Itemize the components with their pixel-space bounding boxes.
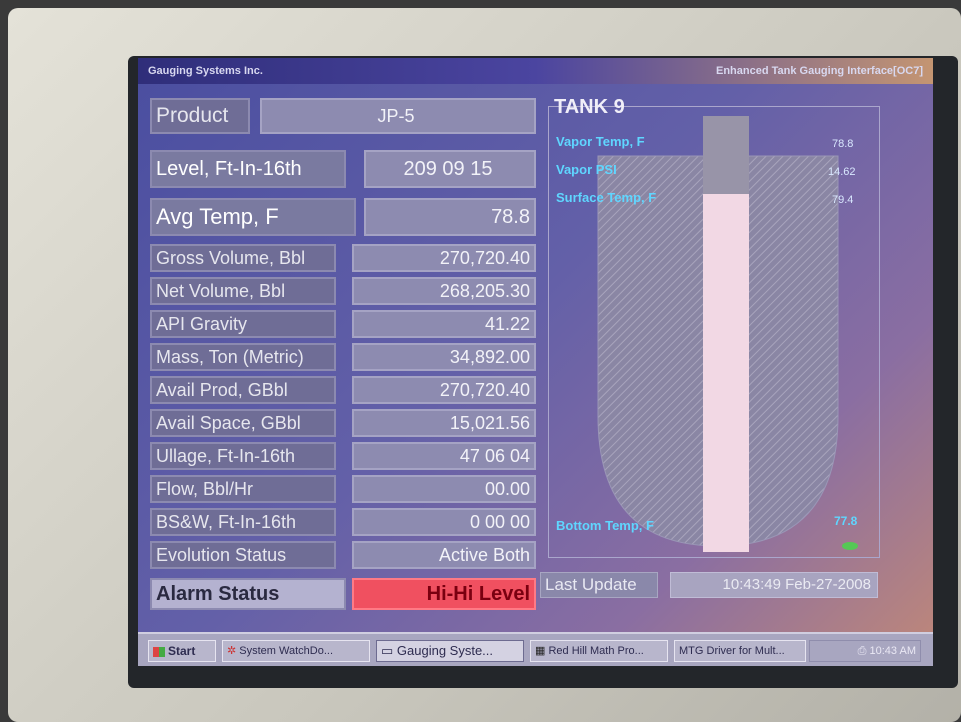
level-label: Level, Ft-In-16th: [150, 150, 346, 188]
gross-volume-label: Gross Volume, Bbl: [150, 244, 336, 272]
window-icon: ▭: [381, 643, 397, 658]
alarm-status-badge: Hi-Hi Level: [352, 578, 536, 610]
taskbar-item-gauging-systems[interactable]: ▭ Gauging Syste...: [376, 640, 524, 662]
printer-icon: ⎙: [857, 645, 870, 657]
surface-temp-value: 79.4: [832, 194, 854, 206]
evolution-status-label: Evolution Status: [150, 541, 336, 569]
title-bar: Gauging Systems Inc. Enhanced Tank Gaugi…: [138, 58, 933, 84]
vapor-psi-value: 14.62: [828, 166, 856, 178]
start-label: Start: [168, 644, 196, 658]
mass-value: 34,892.00: [352, 343, 536, 371]
bsw-value: 0 00 00: [352, 508, 536, 536]
avail-space-value: 15,021.56: [352, 409, 536, 437]
clock: 10:43 AM: [869, 645, 916, 657]
tank-liquid-column: [703, 194, 749, 552]
mass-label: Mass, Ton (Metric): [150, 343, 336, 371]
surface-temp-label: Surface Temp, F: [556, 190, 657, 205]
taskbar-item-label: Red Hill Math Pro...: [548, 645, 644, 657]
bottom-temp-label: Bottom Temp, F: [556, 518, 654, 533]
grid-icon: ▦: [535, 645, 549, 657]
gross-volume-value: 270,720.40: [352, 244, 536, 272]
product-label: Product: [150, 98, 250, 134]
watchdog-icon: ✲: [227, 645, 240, 657]
status-indicator-dot: [842, 542, 858, 550]
taskbar-item-label: System WatchDo...: [239, 645, 334, 657]
vapor-psi-label: Vapor PSI: [556, 162, 617, 177]
avg-temp-label: Avg Temp, F: [150, 198, 356, 236]
last-update-value: 10:43:49 Feb-27-2008: [670, 572, 878, 598]
taskbar-item-system-watchdog[interactable]: ✲ System WatchDo...: [222, 640, 370, 662]
bottom-temp-value: 77.8: [834, 514, 858, 528]
avail-prod-value: 270,720.40: [352, 376, 536, 404]
system-tray: ⎙ 10:43 AM: [809, 640, 921, 662]
taskbar-item-label: MTG Driver for Mult...: [679, 645, 785, 657]
avail-prod-label: Avail Prod, GBbl: [150, 376, 336, 404]
taskbar-item-label: Gauging Syste...: [396, 643, 494, 658]
net-volume-label: Net Volume, Bbl: [150, 277, 336, 305]
net-volume-value: 268,205.30: [352, 277, 536, 305]
taskbar-item-mtg-driver[interactable]: MTG Driver for Mult...: [674, 640, 806, 662]
product-value: JP-5: [260, 98, 536, 134]
api-gravity-value: 41.22: [352, 310, 536, 338]
start-button[interactable]: Start: [148, 640, 216, 662]
interface-title: Enhanced Tank Gauging Interface[OC7]: [716, 65, 923, 77]
vapor-temp-label: Vapor Temp, F: [556, 134, 645, 149]
avg-temp-value: 78.8: [364, 198, 536, 236]
windows-flag-icon: [153, 646, 165, 657]
avail-space-label: Avail Space, GBbl: [150, 409, 336, 437]
ullage-value: 47 06 04: [352, 442, 536, 470]
evolution-status-value: Active Both: [352, 541, 536, 569]
taskbar: Start ✲ System WatchDo... ▭ Gauging Syst…: [138, 632, 933, 666]
alarm-status-label: Alarm Status: [150, 578, 346, 610]
flow-value: 00.00: [352, 475, 536, 503]
level-value: 209 09 15: [364, 150, 536, 188]
app-title: Gauging Systems Inc.: [148, 65, 263, 77]
flow-label: Flow, Bbl/Hr: [150, 475, 336, 503]
api-gravity-label: API Gravity: [150, 310, 336, 338]
ullage-label: Ullage, Ft-In-16th: [150, 442, 336, 470]
taskbar-item-red-hill[interactable]: ▦ Red Hill Math Pro...: [530, 640, 668, 662]
bsw-label: BS&W, Ft-In-16th: [150, 508, 336, 536]
vapor-temp-value: 78.8: [832, 138, 854, 150]
application-screen: Gauging Systems Inc. Enhanced Tank Gaugi…: [138, 58, 933, 666]
tank-graphic: [597, 116, 839, 552]
last-update-label: Last Update: [540, 572, 658, 598]
